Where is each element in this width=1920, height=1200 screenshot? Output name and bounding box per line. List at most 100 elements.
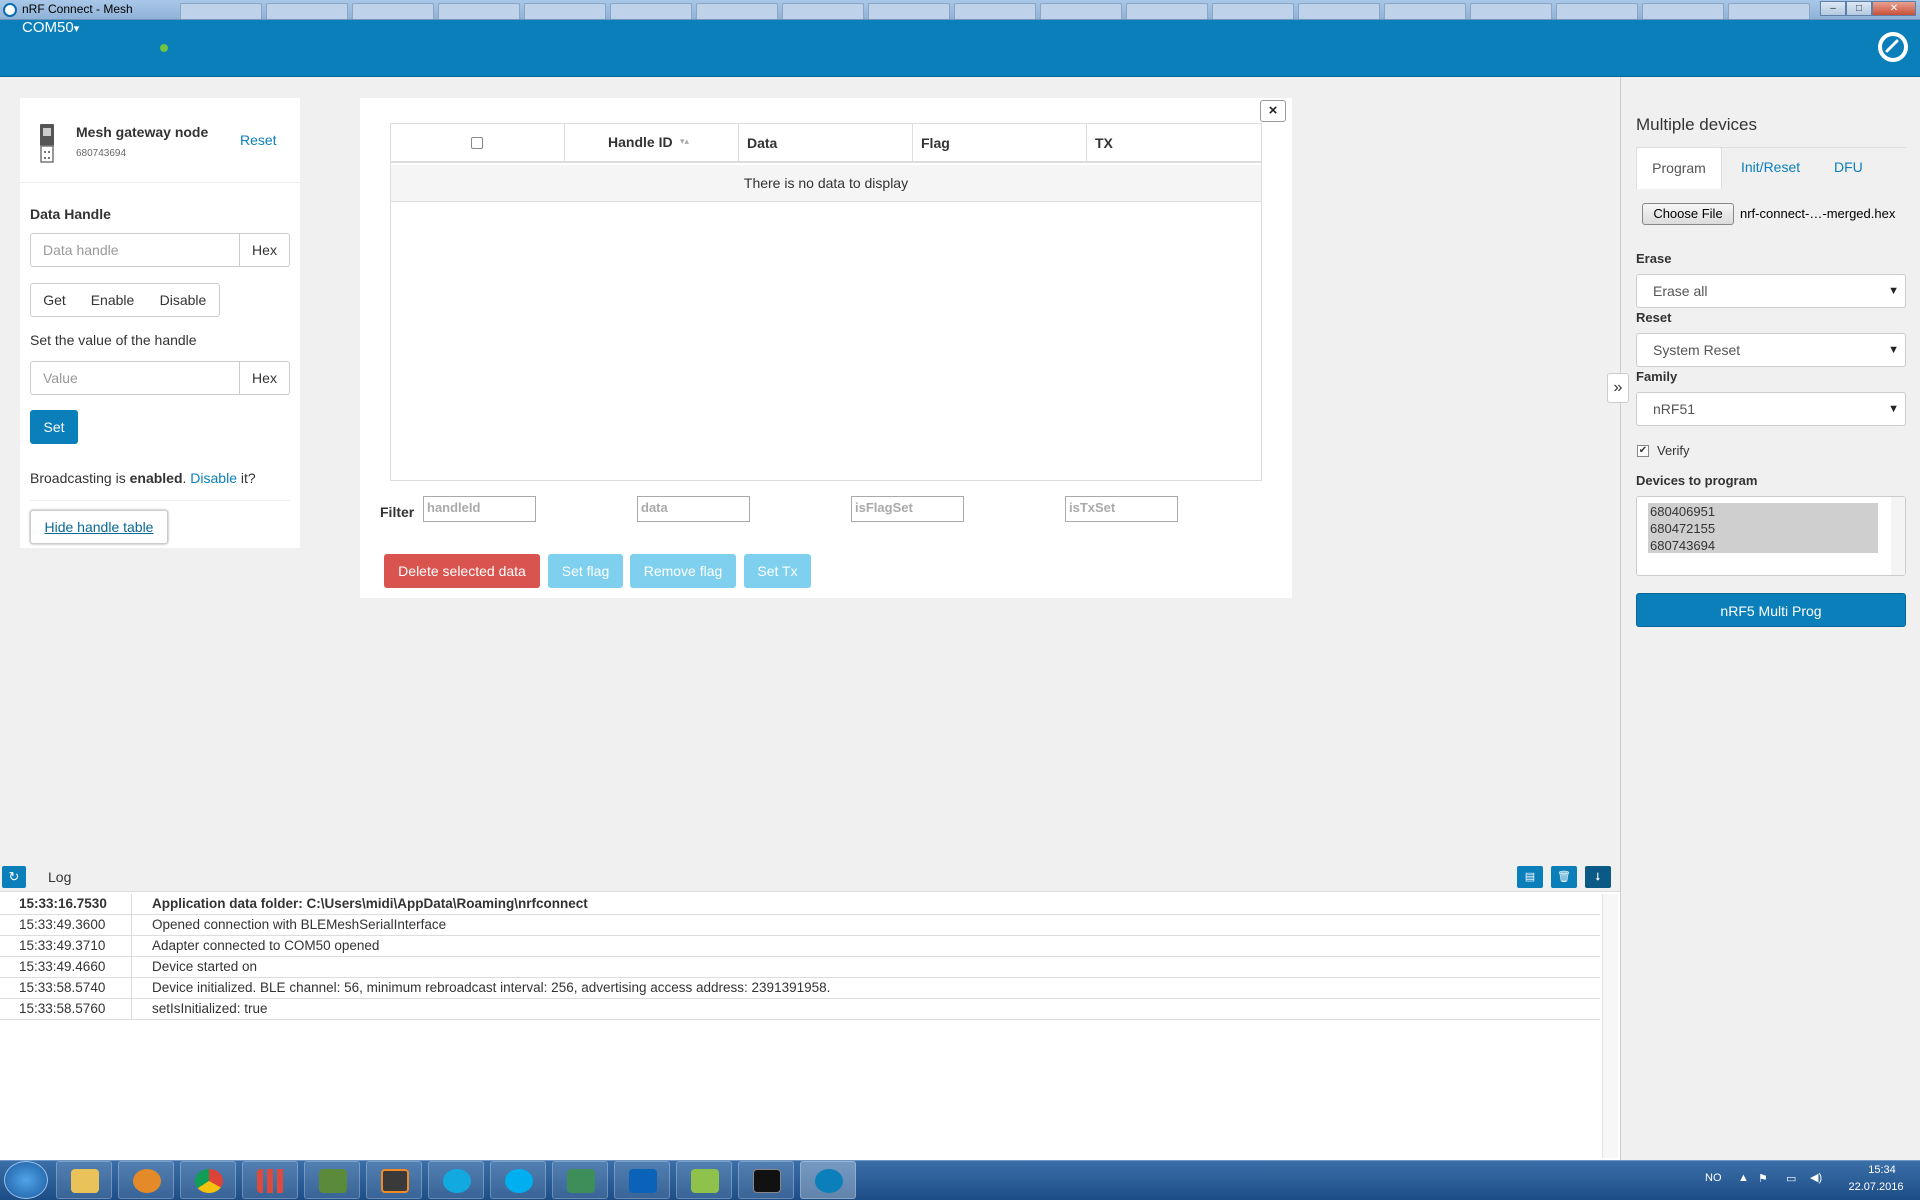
tray-expand-icon[interactable]: ▲ [1738,1172,1749,1184]
media-player-task[interactable] [118,1161,174,1199]
choose-file-button[interactable]: Choose File [1642,203,1734,225]
background-tab[interactable] [1470,3,1552,19]
collapse-panel-button[interactable]: » [1607,373,1629,403]
delete-selected-button[interactable]: Delete selected data [384,554,540,588]
maximize-button[interactable]: □ [1846,1,1872,16]
background-tab[interactable] [438,3,520,19]
column-header-handle-id[interactable]: Handle ID [608,134,673,150]
devices-scrollbar[interactable] [1891,497,1905,575]
sublime-icon [381,1169,409,1193]
filter-tx-input[interactable]: isTxSet [1065,496,1178,522]
log-scrollbar[interactable] [1602,894,1618,1158]
background-tab[interactable] [1298,3,1380,19]
close-icon[interactable]: × [1260,100,1286,122]
tab-dfu[interactable]: DFU [1834,159,1863,175]
device-list-item[interactable]: 680406951 [1650,503,1715,520]
close-window-button[interactable]: ✕ [1872,1,1916,16]
refresh-icon[interactable]: ↻ [2,866,26,888]
input-language[interactable]: NO [1705,1172,1722,1184]
family-label: Family [1636,369,1678,384]
media-player-icon [133,1169,161,1193]
skype-task[interactable] [490,1161,546,1199]
filter-data-input[interactable]: data [637,496,750,522]
family-select[interactable]: nRF51 ▼ [1636,392,1906,426]
minimize-button[interactable]: – [1820,1,1846,16]
background-tab[interactable] [524,3,606,19]
filter-flag-input[interactable]: isFlagSet [851,496,964,522]
handle-value-input[interactable]: Value [30,361,240,395]
set-button[interactable]: Set [30,410,78,444]
open-log-file-icon[interactable]: ▤ [1517,866,1543,888]
data-handle-input[interactable]: Data handle [30,233,240,267]
flag-icon[interactable]: ⚑ [1758,1172,1768,1185]
background-tab[interactable] [352,3,434,19]
divider [30,500,290,501]
background-tab[interactable] [610,3,692,19]
background-tab[interactable] [696,3,778,19]
clock-date[interactable]: 22.07.2016 [1838,1181,1914,1193]
divider [131,915,132,936]
set-tx-button[interactable]: Set Tx [744,554,811,588]
panel-title: Multiple devices [1636,115,1757,134]
background-tab[interactable] [1212,3,1294,19]
clock-time[interactable]: 15:34 [1852,1164,1912,1176]
log-time: 15:33:49.3710 [19,938,106,953]
background-tab[interactable] [1040,3,1122,19]
device-list-item[interactable]: 680743694 [1650,537,1715,554]
devices-list[interactable]: 680406951 680472155 680743694 [1636,496,1906,576]
sort-icon[interactable]: ▾▴ [680,136,689,147]
divider [912,123,913,163]
nrf-connect-task[interactable] [800,1161,856,1199]
background-tab[interactable] [1728,3,1810,19]
log-entry: 15:33:16.7530 Application data folder: C:… [0,894,1600,915]
network-icon[interactable]: ▭ [1786,1172,1796,1185]
get-button[interactable]: Get [30,283,79,317]
outlook-task[interactable] [614,1161,670,1199]
editor-task[interactable] [676,1161,732,1199]
apps-task[interactable] [242,1161,298,1199]
background-tab[interactable] [1126,3,1208,19]
background-tab[interactable] [868,3,950,19]
log-title: Log [48,869,72,885]
device-list-item[interactable]: 680472155 [1650,520,1715,537]
port-label: COM50 [22,19,74,36]
tab-init-reset[interactable]: Init/Reset [1741,159,1800,175]
verify-checkbox[interactable]: ✔ [1637,445,1649,457]
background-tab[interactable] [266,3,348,19]
slack-task[interactable] [552,1161,608,1199]
enable-button[interactable]: Enable [78,283,148,317]
folder-icon [71,1169,99,1193]
multi-prog-button[interactable]: nRF5 Multi Prog [1636,593,1906,627]
disable-button[interactable]: Disable [147,283,220,317]
chrome-task[interactable] [180,1161,236,1199]
set-flag-button[interactable]: Set flag [548,554,623,588]
background-tab[interactable] [954,3,1036,19]
skype-business-task[interactable] [428,1161,484,1199]
terminal-task[interactable] [738,1161,794,1199]
start-button-icon[interactable] [4,1161,48,1199]
background-tab[interactable] [1642,3,1724,19]
erase-select[interactable]: Erase all ▼ [1636,274,1906,308]
port-selector[interactable]: COM50▾ [10,12,92,44]
autoscroll-icon[interactable]: ⭣ [1585,866,1611,888]
source-tree-task[interactable] [304,1161,360,1199]
filter-handle-id-input[interactable]: handleId [423,496,536,522]
background-tab[interactable] [782,3,864,19]
trash-icon[interactable]: 🗑 [1551,866,1577,888]
background-tab[interactable] [1556,3,1638,19]
volume-icon[interactable]: ◀) [1810,1171,1822,1184]
background-tab[interactable] [1384,3,1466,19]
explorer-task[interactable] [56,1161,112,1199]
disable-broadcast-link[interactable]: Disable [190,470,237,486]
reset-select[interactable]: System Reset ▼ [1636,333,1906,367]
reset-device-link[interactable]: Reset [240,132,277,148]
chevron-down-icon: ▼ [1888,285,1899,297]
terminal-icon [753,1169,781,1193]
background-tab[interactable] [180,3,262,19]
tab-program[interactable]: Program [1636,147,1722,189]
selected-file-name: nrf-connect-…-merged.hex [1740,206,1896,221]
sublime-task[interactable] [366,1161,422,1199]
hide-handle-table-button[interactable]: Hide handle table [30,510,168,544]
select-all-checkbox[interactable] [471,137,483,149]
remove-flag-button[interactable]: Remove flag [630,554,736,588]
